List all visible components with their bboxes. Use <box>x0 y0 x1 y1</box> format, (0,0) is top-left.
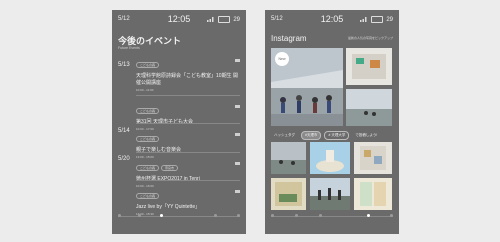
nav-dot[interactable] <box>118 214 121 217</box>
nav-dot[interactable] <box>138 214 141 217</box>
event-item[interactable]: こどもの森 親子で楽しむ音楽会 13:00 - 15:00 <box>136 127 240 159</box>
photo-icon <box>310 178 350 210</box>
status-bar: 5/12 12:05 29 <box>265 14 399 28</box>
photo-tile[interactable] <box>354 142 392 174</box>
photo-icon <box>310 142 350 174</box>
event-tag: こどもの森 <box>136 165 160 171</box>
photo-icon <box>354 142 392 174</box>
photo-icon <box>354 178 392 210</box>
photo-tile[interactable] <box>310 142 350 174</box>
event-indicator <box>235 162 240 165</box>
events-screen: 5/12 12:05 29 今後のイベント Future Events 5/13… <box>112 10 246 234</box>
nav-track <box>118 216 240 217</box>
photo-tile[interactable] <box>346 48 392 85</box>
nav-track <box>271 216 393 217</box>
divider <box>136 95 240 96</box>
divider <box>136 180 240 181</box>
event-item[interactable]: こどもの森 天理科学館原詩録会「こども教室」10期生 開催公開講座 10:00 … <box>136 53 240 92</box>
photo-tile[interactable] <box>310 178 350 210</box>
photo-tile[interactable] <box>271 178 306 210</box>
event-indicator <box>235 190 240 193</box>
event-indicator <box>235 59 240 62</box>
event-tag: こどもの森 <box>136 108 160 114</box>
battery-icon <box>218 16 231 23</box>
nav-dot[interactable] <box>295 214 298 217</box>
photo-tile[interactable] <box>354 178 392 210</box>
nav-dot[interactable] <box>271 214 274 217</box>
date-label: 5/14 <box>118 128 130 134</box>
signal-icon <box>207 17 214 22</box>
battery-icon <box>371 16 384 23</box>
event-tag: こどもの森 <box>136 193 160 199</box>
page-note: 最新の人気の写真をピックアップ <box>347 36 393 40</box>
nav-dot-active[interactable] <box>367 214 370 217</box>
page-subtitle: Future Events <box>118 46 140 50</box>
photo-icon <box>271 178 306 210</box>
photo-tile[interactable] <box>346 89 392 126</box>
photo-tile[interactable] <box>271 142 306 174</box>
filter-label: ハッシュタグ <box>274 133 295 137</box>
battery-text: 29 <box>233 16 240 23</box>
filter-chip-tenri-city[interactable]: #天理市 <box>301 131 322 140</box>
divider <box>136 152 240 153</box>
nav-dot[interactable] <box>237 214 240 217</box>
photo-icon <box>271 142 306 174</box>
event-indicator <box>235 105 240 108</box>
featured-photo[interactable]: New <box>271 48 343 126</box>
nav-dot-active[interactable] <box>160 214 163 217</box>
event-tag: 奈良市 <box>161 165 179 171</box>
photo-icon <box>346 89 392 126</box>
signal-icon <box>360 17 367 22</box>
event-time: 10:00 - 11:00 <box>136 88 154 92</box>
nav-dot[interactable] <box>390 214 393 217</box>
status-bar: 5/12 12:05 29 <box>112 14 246 28</box>
bottom-nav <box>271 210 393 230</box>
filter-cta: で投稿しよう! <box>355 133 378 137</box>
nav-dot[interactable] <box>319 214 322 217</box>
date-label: 5/20 <box>118 156 130 162</box>
hashtag-filters: ハッシュタグ #天理市 # 天理大学 で投稿しよう! <box>271 131 393 140</box>
divider <box>136 123 240 124</box>
battery-text: 29 <box>386 16 393 23</box>
event-indicator <box>235 133 240 136</box>
date-label: 5/13 <box>118 62 130 68</box>
event-tag: こどもの森 <box>136 136 160 142</box>
event-tag: こどもの森 <box>136 62 160 68</box>
filter-chip-tenri-univ[interactable]: # 天理大学 <box>324 131 350 140</box>
new-badge: New <box>275 52 289 66</box>
event-name: 天理科学館原詩録会「こども教室」10期生 開催公開講座 <box>136 73 238 86</box>
page-title: Instagram <box>271 34 307 43</box>
nav-dot[interactable] <box>214 214 217 217</box>
instagram-screen: 5/12 12:05 29 Instagram 最新の人気の写真をピックアップ … <box>265 10 399 234</box>
photo-icon <box>346 48 392 85</box>
bottom-nav <box>118 210 240 230</box>
